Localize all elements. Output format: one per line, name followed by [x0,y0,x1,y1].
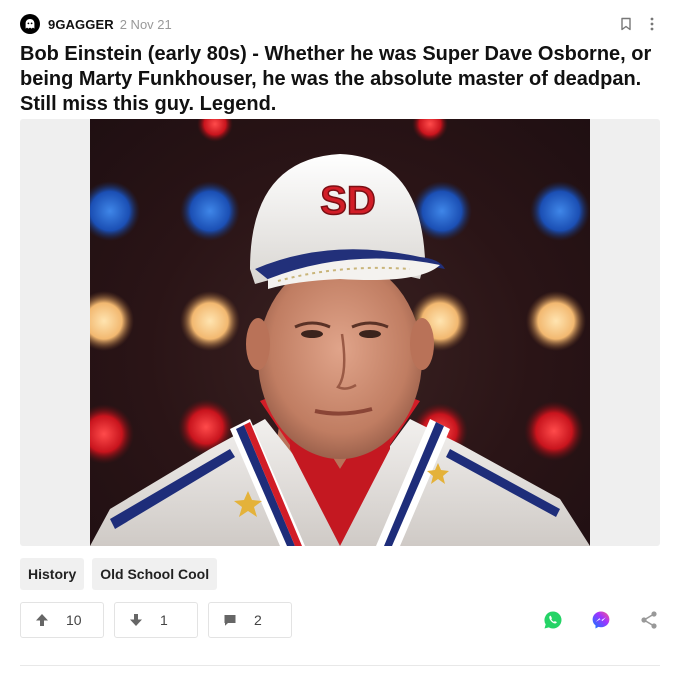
post-image-illustration: SD [90,119,590,546]
post-card: 9GAGGER 2 Nov 21 Bob Einstein (early 80s… [0,0,688,674]
downvote-button[interactable]: 1 [114,602,198,638]
share-group [516,609,660,631]
messenger-icon[interactable] [590,609,612,631]
more-vertical-icon[interactable] [644,16,660,32]
post-header: 9GAGGER 2 Nov 21 [20,13,660,35]
media-frame: SD [20,119,660,546]
whatsapp-icon[interactable] [542,609,564,631]
tag-old-school-cool[interactable]: Old School Cool [92,558,218,590]
bookmark-icon[interactable] [618,16,634,32]
post-date: 2 Nov 21 [119,16,172,32]
upvote-button[interactable]: 10 [20,602,104,638]
comment-count: 2 [254,612,262,628]
source-name[interactable]: 9GAGGER [48,17,114,32]
arrow-up-icon [34,612,50,628]
header-actions [608,16,660,32]
upvote-count: 10 [66,612,82,628]
comment-bubble-icon [222,612,238,628]
downvote-count: 1 [160,612,168,628]
post-actions: 10 1 2 [20,602,660,638]
ghost-logo-icon[interactable] [20,14,40,34]
post-title[interactable]: Bob Einstein (early 80s) - Whether he wa… [20,42,668,117]
cap-logo-text: SD [320,179,376,223]
tag-list: History Old School Cool [20,558,225,590]
arrow-down-icon [128,612,144,628]
tag-history[interactable]: History [20,558,85,590]
post-image[interactable]: SD [90,119,590,546]
divider [20,665,660,666]
share-icon[interactable] [638,609,660,631]
comment-button[interactable]: 2 [208,602,292,638]
